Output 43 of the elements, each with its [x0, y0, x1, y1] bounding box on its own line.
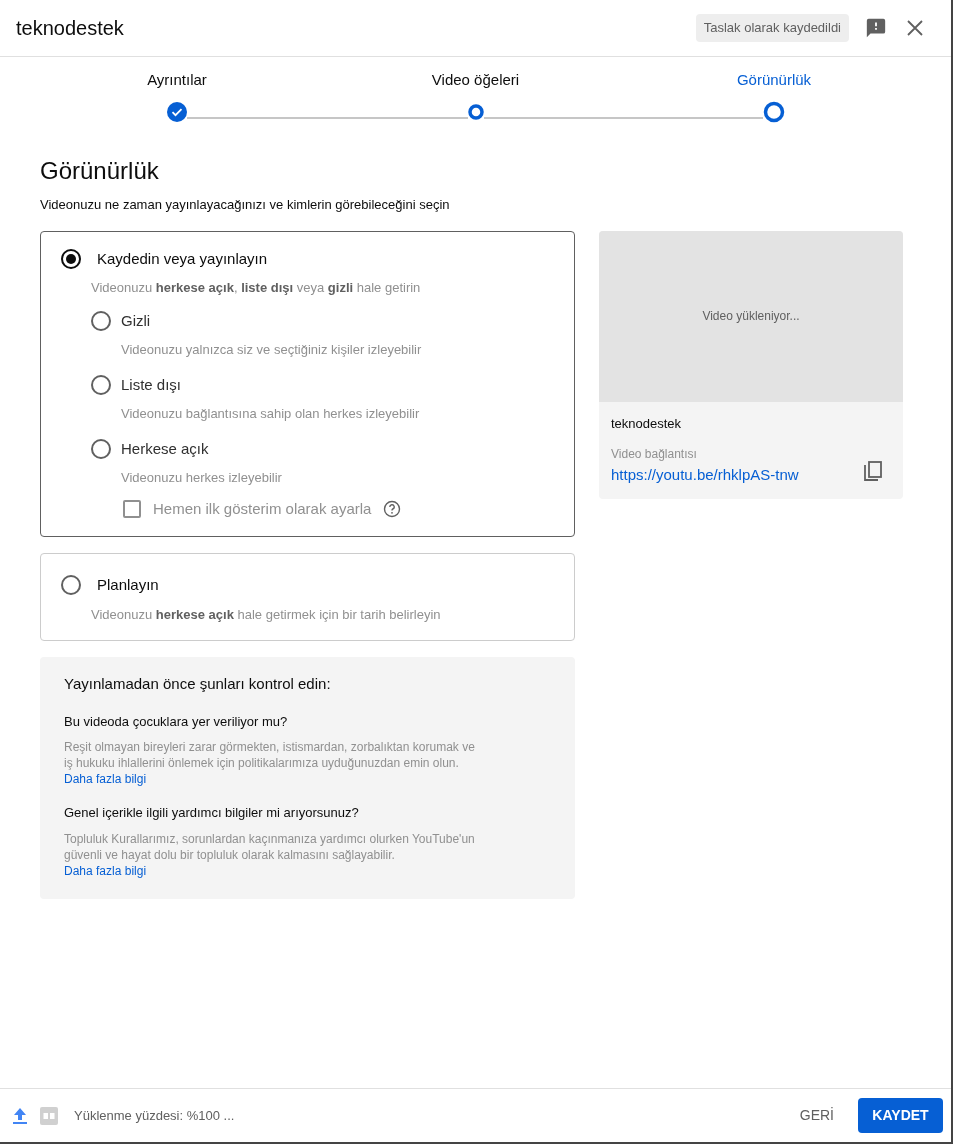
save-button[interactable]: KAYDET — [858, 1098, 943, 1133]
checkbox[interactable] — [123, 499, 141, 518]
option-label[interactable]: Liste dışı — [121, 373, 182, 396]
radio-button[interactable] — [61, 575, 81, 596]
upload-status: Yüklenme yüzdesi: %100 ... — [74, 1106, 235, 1125]
option-label[interactable]: Gizli — [121, 309, 151, 332]
checklist-title: Yayınlamadan önce şunları kontrol edin: — [64, 674, 332, 694]
link-label: Video bağlantısı — [611, 446, 698, 463]
close-icon[interactable] — [907, 20, 923, 36]
checklist-text: Topluluk Kurallarımız, sorunlardan kaçınmanıza yardımcı olurken YouTube'un güvenli ve hayat dolu bir topluluk olarak kalmasını sağlayabilir. Daha fazla bilgi — [64, 830, 476, 879]
option-description: Videonuzu yalnızca siz ve seçtiğiniz kişiler izleyebilir — [121, 341, 423, 359]
radio-button[interactable] — [91, 438, 111, 459]
page-subtitle: Videonuzu ne zaman yayınlayacağınızı ve kimlerin görebileceğini seçin — [40, 196, 451, 214]
option-label[interactable]: Planlayın — [97, 574, 159, 597]
option-description: Videonuzu herkese açık, liste dışı veya gizli hale getirin — [91, 279, 422, 297]
dialog-title: teknodestek — [16, 16, 124, 41]
checklist-question: Genel içerikle ilgili yardımcı bilgiler mi arıyorsunuz? — [64, 804, 360, 822]
checklist-text: Reşit olmayan bireyleri zarar görmekten, istismardan, zorbalıktan korumak ve iş hukuku ihlallerini önlemek için politikalarımıza uyduğunuzdan emin olun. Daha fazla bilgi — [64, 739, 476, 787]
radio-button[interactable] — [91, 374, 111, 395]
page-heading: Görünürlük — [40, 156, 160, 186]
loading-text: Video yükleniyor... — [702, 308, 800, 325]
learn-more-link[interactable]: Daha fazla bilgi — [64, 863, 147, 878]
channel-name: teknodestek — [611, 414, 683, 433]
step-label[interactable]: Video öğeleri — [431, 69, 520, 89]
draft-status-badge: Taslak olarak kaydedildi — [695, 14, 849, 42]
option-description: Videonuzu herkese açık hale getirmek için bir tarih belirleyin — [91, 605, 442, 624]
step-label[interactable]: Ayrıntılar — [147, 69, 207, 89]
copy-icon[interactable] — [863, 461, 883, 483]
option-label[interactable]: Kaydedin veya yayınlayın — [97, 247, 268, 270]
upload-icon — [12, 1106, 28, 1125]
checklist-question: Bu videoda çocuklara yer veriliyor mu? — [64, 712, 289, 731]
radio-button[interactable] — [91, 310, 111, 331]
radio-button[interactable] — [61, 248, 81, 269]
learn-more-link[interactable]: Daha fazla bilgi — [64, 772, 147, 786]
quality-icon — [40, 1106, 58, 1125]
option-label[interactable]: Herkese açık — [121, 437, 209, 460]
feedback-icon[interactable] — [865, 17, 887, 39]
help-icon[interactable] — [383, 499, 402, 518]
option-description: Videonuzu herkes izleyebilir — [121, 469, 283, 487]
option-description: Videonuzu bağlantısına sahip olan herkes izleyebilir — [121, 405, 421, 423]
back-button[interactable]: GERİ — [787, 1097, 846, 1134]
video-link[interactable]: https://youtu.be/rhklpAS-tnw — [611, 466, 799, 483]
step-label[interactable]: Görünürlük — [736, 69, 812, 89]
